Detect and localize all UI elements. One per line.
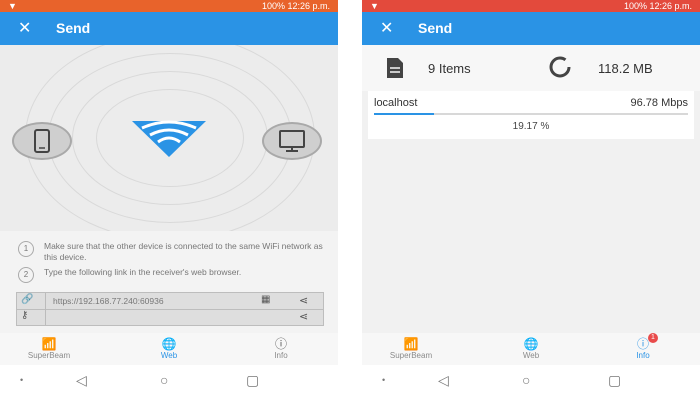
superbeam-wifi-logo-icon <box>132 120 206 157</box>
step-number: 1 <box>18 241 34 257</box>
transfer-summary: 9 Items 118.2 MB <box>362 45 700 91</box>
recents-icon[interactable]: ▢ <box>608 372 621 389</box>
step-number: 2 <box>18 267 34 283</box>
nav-superbeam[interactable]: 📶 SuperBeam <box>376 337 446 360</box>
home-icon[interactable]: ○ <box>160 372 168 388</box>
bottom-navigation: 📶 SuperBeam 🌐 Web ⓘ Info <box>0 333 338 365</box>
share-icon[interactable]: ⋖ <box>299 310 308 323</box>
nav-web[interactable]: 🌐 Web <box>496 337 566 360</box>
monitor-icon <box>279 130 305 152</box>
file-icon <box>387 58 403 78</box>
notification-badge: 1 <box>648 333 658 343</box>
back-icon[interactable]: ◁ <box>76 372 87 389</box>
status-bar: ▼ 100% 12:26 p.m. <box>0 0 338 12</box>
wifi-icon: 📶 <box>41 337 57 351</box>
status-bar: ▼ 100% 12:26 p.m. <box>362 0 700 12</box>
storage-ring-icon <box>549 56 571 78</box>
host-name: localhost <box>374 97 418 109</box>
dot-icon: • <box>382 375 386 385</box>
link-box: 🔗 https://192.168.77.240:60936 ▦ ⋖ ⚷ ⋖ <box>16 292 324 326</box>
close-icon[interactable]: ✕ <box>380 18 393 38</box>
system-navigation-bar: • ◁ ○ ▢ <box>0 365 338 400</box>
info-icon: ⓘ <box>636 337 649 351</box>
step-text: Type the following link in the receiver'… <box>44 267 242 277</box>
status-text: 100% 12:26 p.m. <box>261 1 330 11</box>
nav-label: Info <box>636 351 650 360</box>
link-row: 🔗 https://192.168.77.240:60936 ▦ ⋖ <box>17 293 323 310</box>
nav-label: Info <box>274 351 288 360</box>
key-icon: ⚷ <box>21 310 29 321</box>
phone-icon <box>34 129 50 153</box>
globe-icon: 🌐 <box>523 337 539 351</box>
recents-icon[interactable]: ▢ <box>246 372 259 389</box>
close-icon[interactable]: ✕ <box>18 18 31 38</box>
nav-info[interactable]: ⓘ 1 Info <box>608 333 678 360</box>
link-icon: 🔗 <box>21 294 34 305</box>
wifi-signal-icon: ▼ <box>370 1 379 11</box>
nav-label: SuperBeam <box>389 351 433 360</box>
bottom-navigation: 📶 SuperBeam 🌐 Web ⓘ 1 Info <box>362 333 700 365</box>
nav-label: SuperBeam <box>27 351 71 360</box>
transfer-item: localhost 96.78 Mbps 19.17 % <box>368 91 694 139</box>
wifi-icon: 📶 <box>403 337 419 351</box>
share-icon[interactable]: ⋖ <box>299 294 308 307</box>
dot-icon: • <box>20 375 24 385</box>
nav-superbeam[interactable]: 📶 SuperBeam <box>14 337 84 360</box>
send-screen-left: ▼ 100% 12:26 p.m. ✕ Send 1 Make sure tha… <box>0 0 338 400</box>
nav-label: Web <box>522 351 540 360</box>
page-title: Send <box>418 20 453 36</box>
items-count: 9 Items <box>428 61 471 76</box>
globe-icon: 🌐 <box>161 337 177 351</box>
progress-percent: 19.17 % <box>512 121 550 132</box>
app-bar: ✕ Send <box>362 12 700 45</box>
nav-info[interactable]: ⓘ Info <box>246 337 316 360</box>
home-icon[interactable]: ○ <box>522 372 530 388</box>
progress-fill <box>374 113 435 115</box>
page-title: Send <box>56 20 91 36</box>
link-url[interactable]: https://192.168.77.240:60936 <box>53 296 164 306</box>
monitor-device-icon[interactable] <box>262 122 322 160</box>
system-navigation-bar: • ◁ ○ ▢ <box>362 365 700 400</box>
info-icon: ⓘ <box>274 337 287 351</box>
step-text: Make sure that the other device is conne… <box>44 241 323 262</box>
nav-label: Web <box>160 351 178 360</box>
nav-web[interactable]: 🌐 Web <box>134 337 204 360</box>
key-row: ⚷ ⋖ <box>17 309 323 325</box>
send-screen-right: ▼ 100% 12:26 p.m. ✕ Send 9 Items 118.2 M… <box>362 0 700 400</box>
total-size: 118.2 MB <box>598 61 653 76</box>
back-icon[interactable]: ◁ <box>438 372 449 389</box>
progress-bar <box>374 113 688 115</box>
status-text: 100% 12:26 p.m. <box>623 1 692 11</box>
radar-area <box>0 45 338 231</box>
divider <box>45 309 46 325</box>
qr-code-icon[interactable]: ▦ <box>261 294 270 305</box>
divider <box>45 293 46 309</box>
wifi-signal-icon: ▼ <box>8 1 17 11</box>
phone-device-icon[interactable] <box>12 122 72 160</box>
transfer-speed: 96.78 Mbps <box>630 97 688 109</box>
app-bar: ✕ Send <box>0 12 338 45</box>
